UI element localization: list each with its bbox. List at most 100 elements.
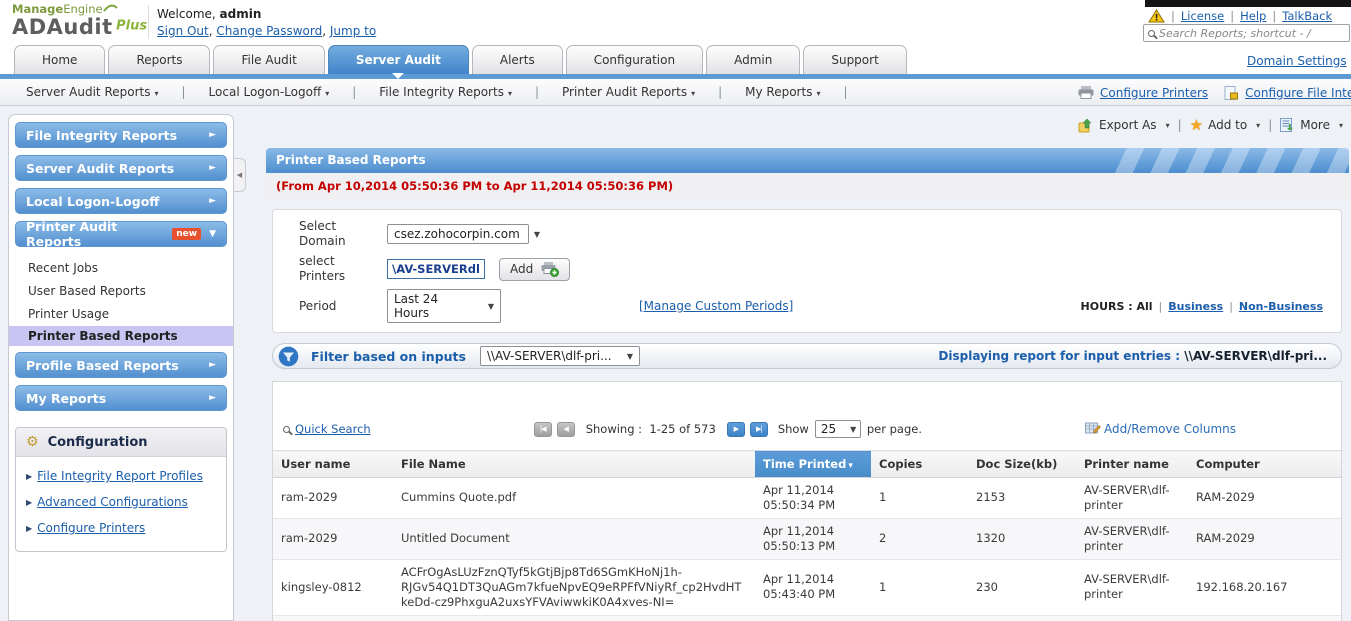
domain-settings-anchor[interactable]: Domain Settings: [1247, 54, 1347, 68]
sidebar-group-my-reports[interactable]: My Reports ►: [15, 385, 227, 411]
jump-to-link[interactable]: Jump to: [330, 24, 376, 38]
col-header-copies[interactable]: Copies: [871, 450, 968, 478]
configuration-box: ⚙ Configuration ▶ File Integrity Report …: [15, 427, 227, 552]
sidebar-item-user-based-reports[interactable]: User Based Reports: [15, 280, 227, 303]
chevron-down-icon: ▼: [209, 229, 216, 239]
tab-alerts[interactable]: Alerts: [471, 45, 563, 74]
col-header-printer-name[interactable]: Printer name: [1076, 450, 1188, 478]
col-header-computer[interactable]: Computer: [1188, 450, 1341, 478]
table-toolbar: Quick Search |◀ ◀ Showing : 1-25 of 573 …: [273, 416, 1341, 442]
chevron-right-icon: ►: [209, 163, 216, 173]
filter-title: Filter based on inputs: [311, 348, 466, 364]
per-page-select[interactable]: 25 ▼: [814, 420, 861, 438]
config-link-advanced-configurations[interactable]: ▶ Advanced Configurations: [24, 489, 218, 515]
tab-configuration[interactable]: Configuration: [565, 45, 704, 74]
pagination: |◀ ◀ Showing : 1-25 of 573 ▶ ▶|: [533, 421, 768, 437]
sidebar-item-recent-jobs[interactable]: Recent Jobs: [15, 257, 227, 280]
sidebar-group-label: Local Logon-Logoff: [26, 193, 160, 209]
hours-non-business-link[interactable]: Non-Business: [1239, 300, 1323, 313]
pipe: |: [843, 85, 848, 99]
search-input[interactable]: [1159, 26, 1345, 40]
cell-computer: 192.168.20.167: [1188, 559, 1341, 616]
export-as-button[interactable]: Export As ▾: [1078, 118, 1170, 133]
add-printer-button[interactable]: Add: [499, 257, 571, 281]
menu-printer-audit-reports[interactable]: Printer Audit Reports ▾: [562, 85, 695, 99]
manage-custom-periods-link[interactable]: [Manage Custom Periods]: [639, 299, 793, 313]
sidebar-group-printer-audit-reports[interactable]: Printer Audit Reports new ▼: [15, 219, 227, 249]
menu-server-audit-reports[interactable]: Server Audit Reports ▾: [26, 85, 159, 99]
chevron-down-icon: ▾: [507, 89, 512, 98]
period-select-value: Last 24 Hours: [394, 292, 439, 320]
comma: ,: [322, 24, 327, 38]
quick-search-button[interactable]: Quick Search: [283, 422, 371, 436]
hours-business-link[interactable]: Business: [1168, 300, 1223, 313]
col-header-time-printed[interactable]: Time Printed ▾: [755, 450, 871, 478]
chevron-right-icon: ►: [209, 130, 216, 140]
chevron-down-icon: ▼: [626, 351, 633, 361]
displaying-value: \\AV-SERVER\dlf-pri...: [1184, 349, 1327, 363]
configure-file-integrity-link[interactable]: Configure File Integrity: [1245, 86, 1351, 100]
configuration-title: Configuration: [47, 434, 148, 450]
config-link-label[interactable]: Configure Printers: [37, 521, 145, 535]
report-table-panel: Quick Search |◀ ◀ Showing : 1-25 of 573 …: [272, 381, 1342, 621]
cell-copies: 1: [871, 477, 968, 519]
tab-server-audit[interactable]: Server Audit: [327, 45, 469, 79]
menu-file-integrity-reports[interactable]: File Integrity Reports ▾: [379, 85, 512, 99]
printers-input[interactable]: [387, 259, 485, 279]
tab-support[interactable]: Support: [803, 45, 907, 74]
pipe: |: [1177, 118, 1182, 132]
sidebar-group-profile-based-reports[interactable]: Profile Based Reports ►: [15, 352, 227, 378]
sidebar-group-file-integrity-reports[interactable]: File Integrity Reports ►: [15, 122, 227, 148]
add-to-button[interactable]: ★ Add to ▾: [1190, 116, 1261, 134]
tab-reports[interactable]: Reports: [108, 45, 211, 74]
displaying-entries-text: Displaying report for input entries : \\…: [938, 349, 1327, 363]
chevron-down-icon: ▾: [691, 89, 696, 98]
sign-out-link[interactable]: Sign Out: [157, 24, 209, 38]
cell-time-printed: Apr 11,2014 05:50:34 PM: [755, 477, 871, 519]
help-link[interactable]: Help: [1240, 9, 1266, 23]
license-link[interactable]: License: [1181, 9, 1224, 23]
cell-printer-name: AV-SERVER\dlf-printer: [1076, 559, 1188, 616]
next-page-button[interactable]: ▶: [726, 421, 745, 437]
prev-page-button[interactable]: ◀: [556, 421, 575, 437]
tab-admin[interactable]: Admin: [706, 45, 801, 74]
chevron-down-icon: ▾: [816, 89, 821, 98]
more-label: More: [1300, 118, 1330, 132]
sidebar-item-printer-based-reports[interactable]: Printer Based Reports: [9, 326, 233, 346]
talkback-link[interactable]: TalkBack: [1282, 9, 1332, 23]
left-sidebar: File Integrity Reports ► Server Audit Re…: [8, 114, 234, 621]
sidebar-collapse-handle[interactable]: ◀: [234, 158, 246, 192]
last-page-button[interactable]: ▶|: [749, 421, 768, 437]
configuration-header: ⚙ Configuration: [16, 428, 226, 457]
col-header-doc-size[interactable]: Doc Size(kb): [968, 450, 1076, 478]
table-row: ram-2029 Untitled Document Apr 11,2014 0…: [273, 518, 1341, 560]
app-logo: ManageEngine ADAudit Plus: [12, 3, 147, 39]
config-link-configure-printers[interactable]: ▶ Configure Printers: [24, 515, 218, 541]
sidebar-group-server-audit-reports[interactable]: Server Audit Reports ►: [15, 155, 227, 181]
configure-printers-link[interactable]: Configure Printers: [1100, 86, 1208, 100]
domain-select[interactable]: csez.zohocorpin.com ▼: [387, 224, 540, 244]
more-button[interactable]: More ▾: [1280, 117, 1343, 133]
chevron-right-icon: ►: [209, 393, 216, 403]
add-remove-columns-button[interactable]: Add/Remove Columns: [1085, 422, 1236, 436]
config-link-label[interactable]: Advanced Configurations: [37, 495, 188, 509]
col-header-user-name[interactable]: User name: [273, 450, 393, 478]
period-select[interactable]: Last 24 Hours ▼: [387, 289, 501, 323]
report-search-box: [1143, 24, 1350, 42]
tab-home[interactable]: Home: [14, 45, 106, 74]
config-link-label[interactable]: File Integrity Report Profiles: [37, 469, 203, 483]
first-page-button[interactable]: |◀: [533, 421, 552, 437]
change-password-link[interactable]: Change Password: [216, 24, 322, 38]
menu-my-reports[interactable]: My Reports ▾: [745, 85, 820, 99]
sidebar-item-printer-usage[interactable]: Printer Usage: [15, 303, 227, 326]
col-header-file-name[interactable]: File Name: [393, 450, 755, 478]
warning-icon[interactable]: !: [1148, 9, 1165, 23]
config-link-file-integrity-report-profiles[interactable]: ▶ File Integrity Report Profiles: [24, 463, 218, 489]
col-header-label: Time Printed: [763, 457, 847, 471]
tab-file-audit[interactable]: File Audit: [213, 45, 325, 74]
sidebar-group-label: Profile Based Reports: [26, 357, 179, 373]
filter-input-select[interactable]: \\AV-SERVER\dlf-pri... ▼: [479, 346, 640, 366]
welcome-prefix: Welcome,: [157, 7, 216, 21]
sidebar-group-local-logon-logoff[interactable]: Local Logon-Logoff ►: [15, 188, 227, 214]
menu-local-logon-logoff[interactable]: Local Logon-Logoff ▾: [209, 85, 330, 99]
